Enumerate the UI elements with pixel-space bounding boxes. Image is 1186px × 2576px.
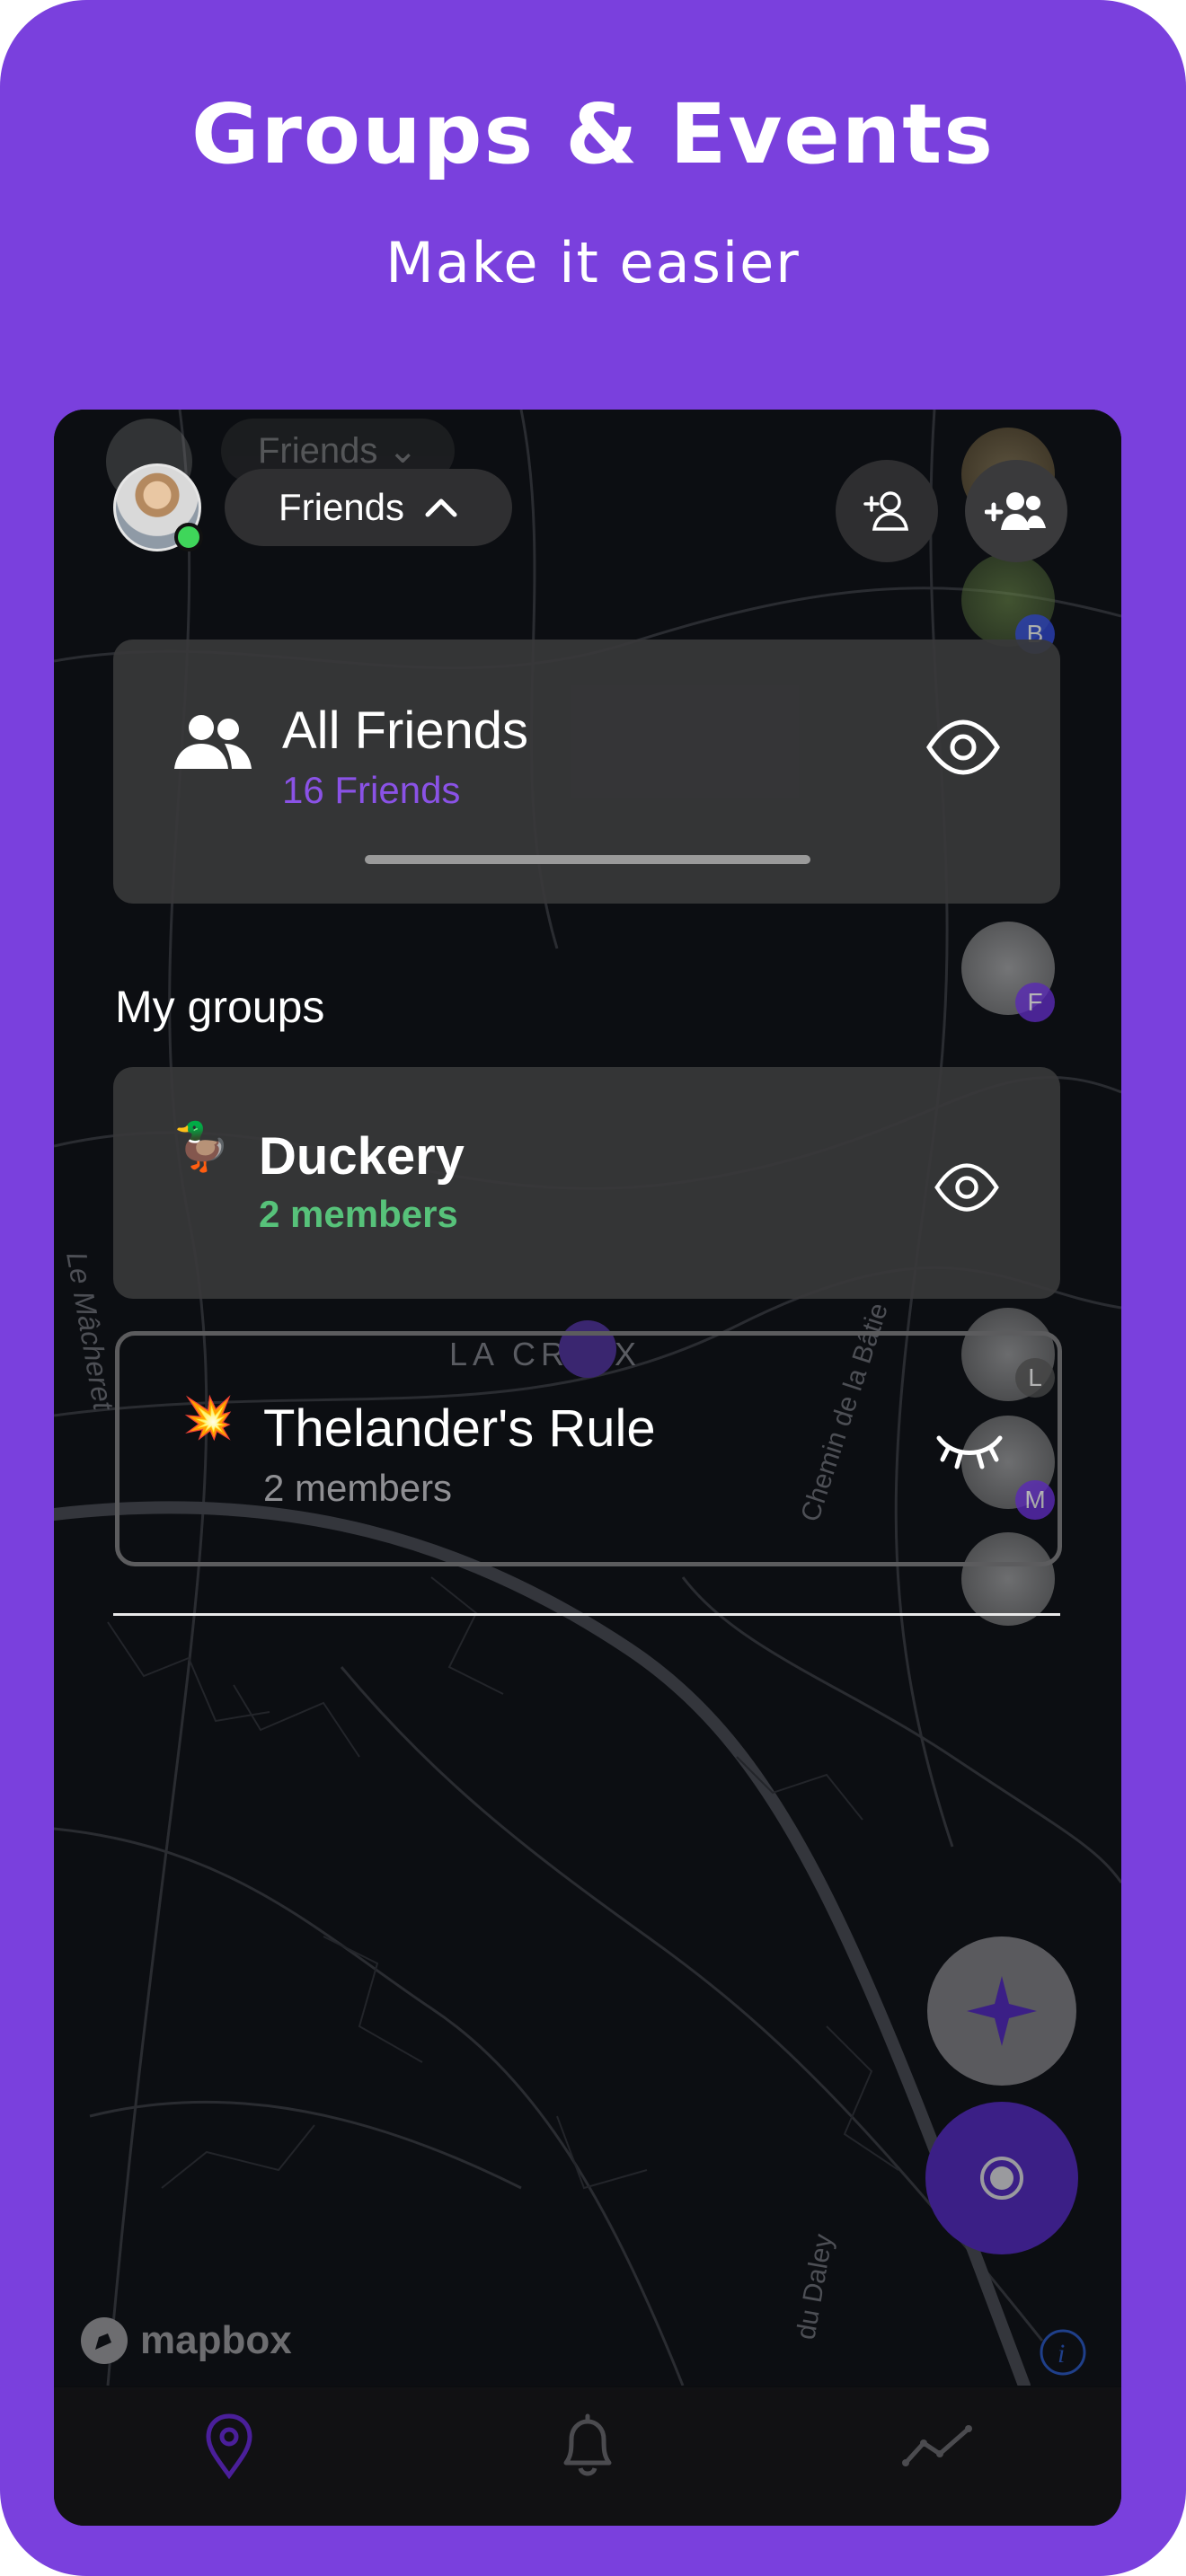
groups-divider (113, 1613, 1060, 1616)
group-card-duckery[interactable]: 🦆 Duckery 2 members (113, 1067, 1060, 1299)
info-icon[interactable]: i (1039, 2328, 1087, 2377)
page-subtitle: Make it easier (385, 230, 801, 296)
bell-icon[interactable] (557, 2413, 618, 2479)
create-group-button[interactable] (965, 460, 1067, 562)
group-icon (174, 715, 252, 769)
eye-icon[interactable] (933, 1162, 1001, 1213)
group-emoji: 🦆 (173, 1121, 231, 1173)
mapbox-logo-icon (81, 2317, 128, 2364)
ghost-chip-label: Friends (257, 431, 378, 471)
group-members-count: 2 members (259, 1193, 458, 1235)
mapbox-label: mapbox (140, 2318, 292, 2362)
eye-icon[interactable] (925, 719, 1001, 776)
add-group-icon (985, 492, 1046, 530)
page-title: Groups & Events (191, 86, 995, 182)
add-user-icon (863, 491, 909, 531)
eye-closed-icon[interactable] (935, 1429, 1004, 1470)
locate-icon (980, 2157, 1023, 2200)
compass-icon (967, 1976, 1037, 2046)
my-groups-heading: My groups (115, 982, 325, 1032)
activity-icon[interactable] (902, 2423, 974, 2468)
tab-bar (54, 2387, 1121, 2526)
online-status-dot (174, 523, 203, 551)
mapbox-attribution[interactable]: mapbox (79, 2316, 292, 2366)
map-pin-icon[interactable] (203, 2413, 255, 2479)
friends-chip-label: Friends (278, 486, 405, 528)
compass-button[interactable] (927, 1936, 1076, 2086)
all-friends-title: All Friends (282, 701, 528, 760)
sheet-drag-handle[interactable] (365, 855, 810, 864)
group-emoji: 💥 (182, 1394, 235, 1441)
group-members-count: 2 members (263, 1467, 453, 1509)
all-friends-card[interactable]: All Friends 16 Friends (113, 640, 1060, 904)
phone-screen: LA CROIX Le Mâcheret Chemin de la Bâtie … (54, 410, 1121, 2526)
group-name: Thelander's Rule (263, 1399, 656, 1458)
friend-badge: F (1015, 983, 1055, 1022)
chevron-up-icon (425, 498, 457, 517)
svg-text:i: i (1058, 2339, 1065, 2369)
group-card-thelanders-rule[interactable]: 💥 Thelander's Rule 2 members (115, 1331, 1062, 1566)
promo-frame: Groups & Events Make it easier LA CROIX … (0, 0, 1186, 2576)
group-name: Duckery (259, 1127, 465, 1186)
add-friend-button[interactable] (836, 460, 938, 562)
all-friends-count: 16 Friends (282, 769, 461, 811)
locate-me-button[interactable] (925, 2102, 1078, 2254)
friends-filter-chip[interactable]: Friends (225, 469, 512, 546)
